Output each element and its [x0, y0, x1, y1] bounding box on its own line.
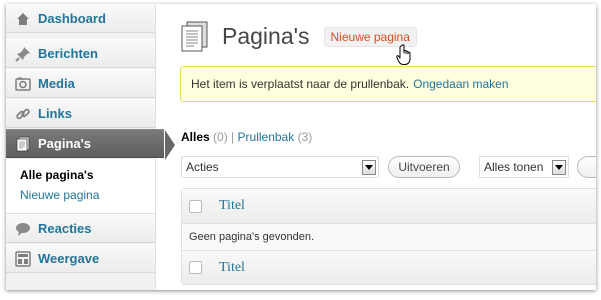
date-filter-select[interactable]: Alles tonen: [479, 156, 569, 178]
link-icon: [14, 106, 32, 122]
bulk-actions-value: Acties: [186, 160, 219, 174]
pages-submenu: Alle pagina's Nieuwe pagina: [6, 159, 155, 214]
pages-icon: [14, 136, 32, 152]
filter-trash-count: (3): [297, 130, 313, 144]
page-title: Pagina's: [222, 22, 310, 49]
sidebar-item-links[interactable]: Links: [6, 99, 155, 128]
admin-sidebar: Dashboard Berichten Media Links Pagina's: [6, 4, 164, 290]
table-footer: Titel: [182, 250, 596, 284]
sidebar-item-berichten[interactable]: Berichten: [6, 39, 155, 68]
filter-all-count: (0): [213, 130, 228, 144]
bulk-actions-select[interactable]: Acties: [181, 156, 379, 178]
sidebar-item-pages[interactable]: Pagina's: [6, 129, 164, 158]
sidebar-item-label: Weergave: [38, 251, 100, 266]
sidebar-item-label: Berichten: [38, 46, 98, 61]
filter-all[interactable]: Alles (0): [181, 130, 228, 144]
sidebar-item-dashboard[interactable]: Dashboard: [6, 4, 155, 33]
submenu-all-pages[interactable]: Alle pagina's: [6, 165, 155, 185]
sidebar-item-media[interactable]: Media: [6, 69, 155, 98]
media-icon: [14, 76, 32, 92]
status-filter-links: Alles (0) | Prullenbak (3): [181, 130, 312, 144]
notice-message: Het item is verplaatst naar de prullenba…: [191, 77, 410, 91]
sidebar-item-label: Links: [38, 106, 72, 121]
sidebar-item-reacties[interactable]: Reacties: [6, 214, 155, 243]
sidebar-item-label: Reacties: [38, 221, 92, 236]
submenu-new-page[interactable]: Nieuwe pagina: [6, 185, 155, 205]
page-header: Pagina's Nieuwe pagina: [178, 20, 417, 52]
sidebar-item-label: Pagina's: [38, 136, 91, 151]
undo-link[interactable]: Ongedaan maken: [413, 77, 508, 91]
trash-notice: Het item is verplaatst naar de prullenba…: [180, 66, 596, 102]
table-empty-row: Geen pagina's gevonden.: [182, 223, 596, 250]
chevron-down-icon: [362, 160, 376, 175]
apply-button[interactable]: Uitvoeren: [388, 156, 460, 178]
hand-cursor-icon: [394, 44, 412, 66]
filter-trash[interactable]: Prullenbak: [238, 130, 295, 144]
pages-icon: [178, 20, 210, 52]
select-all-checkbox[interactable]: [189, 261, 202, 274]
filter-separator: |: [231, 130, 235, 144]
date-filter-value: Alles tonen: [484, 160, 544, 174]
pages-table: Titel Geen pagina's gevonden. Titel: [181, 188, 596, 285]
comment-icon: [14, 221, 32, 237]
column-title[interactable]: Titel: [219, 198, 245, 214]
select-all-checkbox[interactable]: [189, 199, 202, 213]
sidebar-item-label: Media: [38, 76, 75, 91]
main-content: Pagina's Nieuwe pagina Het item is verpl…: [178, 4, 596, 290]
dashboard-icon: [14, 11, 32, 27]
table-navigation: Acties Uitvoeren Alles tonen: [181, 156, 596, 182]
column-title[interactable]: Titel: [219, 260, 245, 276]
chevron-down-icon: [552, 160, 566, 175]
appearance-icon: [14, 250, 32, 267]
table-header: Titel: [182, 189, 596, 223]
filter-button[interactable]: [577, 156, 596, 178]
sidebar-item-weergave[interactable]: Weergave: [6, 244, 155, 273]
admin-window: Dashboard Berichten Media Links Pagina's: [6, 4, 596, 290]
pin-icon: [14, 46, 32, 62]
sidebar-item-label: Dashboard: [38, 11, 106, 26]
